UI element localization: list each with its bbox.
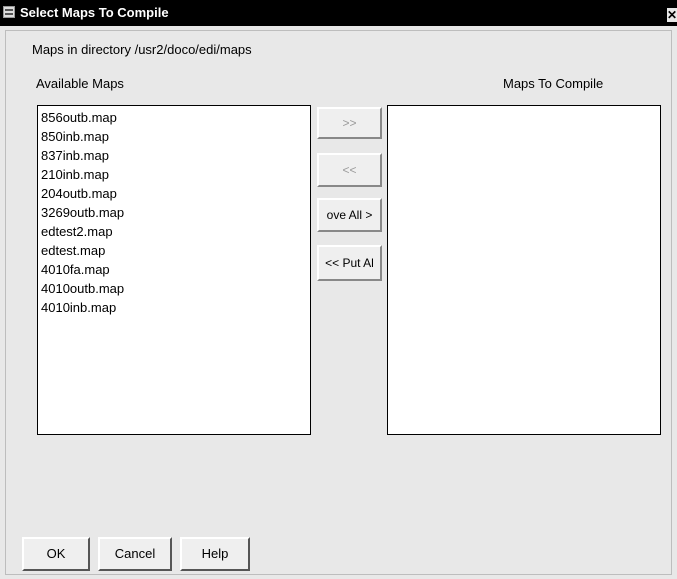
available-maps-label: Available Maps — [36, 76, 124, 91]
directory-label: Maps in directory /usr2/doco/edi/maps — [32, 42, 252, 57]
list-item[interactable]: edtest.map — [41, 241, 124, 260]
move-left-button[interactable]: << — [317, 153, 382, 187]
list-item[interactable]: 4010inb.map — [41, 298, 124, 317]
cancel-button[interactable]: Cancel — [98, 537, 172, 571]
list-item[interactable]: 837inb.map — [41, 146, 124, 165]
list-item[interactable]: 204outb.map — [41, 184, 124, 203]
available-maps-items: 856outb.map 850inb.map 837inb.map 210inb.ma… — [41, 108, 124, 317]
ok-button[interactable]: OK — [22, 537, 90, 571]
available-maps-list[interactable]: 856outb.map 850inb.map 837inb.map 210inb.ma… — [37, 105, 311, 435]
put-all-back-button[interactable]: << Put Al — [317, 245, 382, 281]
maps-to-compile-label: Maps To Compile — [503, 76, 604, 91]
move-all-button[interactable]: ove All > — [317, 198, 382, 232]
help-button[interactable]: Help — [180, 537, 250, 571]
close-icon[interactable]: ✕ — [667, 8, 677, 22]
list-item[interactable]: 4010fa.map — [41, 260, 124, 279]
list-item[interactable]: edtest2.map — [41, 222, 124, 241]
list-item[interactable]: 4010outb.map — [41, 279, 124, 298]
title-bar[interactable]: Select Maps To Compile ✕ — [0, 0, 677, 26]
window-title: Select Maps To Compile — [20, 5, 169, 20]
maps-to-compile-list[interactable] — [387, 105, 661, 435]
list-item[interactable]: 850inb.map — [41, 127, 124, 146]
list-item[interactable]: 3269outb.map — [41, 203, 124, 222]
select-maps-dialog: Select Maps To Compile ✕ Maps in directo… — [0, 0, 677, 579]
system-menu-icon[interactable] — [3, 6, 15, 18]
list-item[interactable]: 856outb.map — [41, 108, 124, 127]
move-right-button[interactable]: >> — [317, 107, 382, 139]
list-item[interactable]: 210inb.map — [41, 165, 124, 184]
